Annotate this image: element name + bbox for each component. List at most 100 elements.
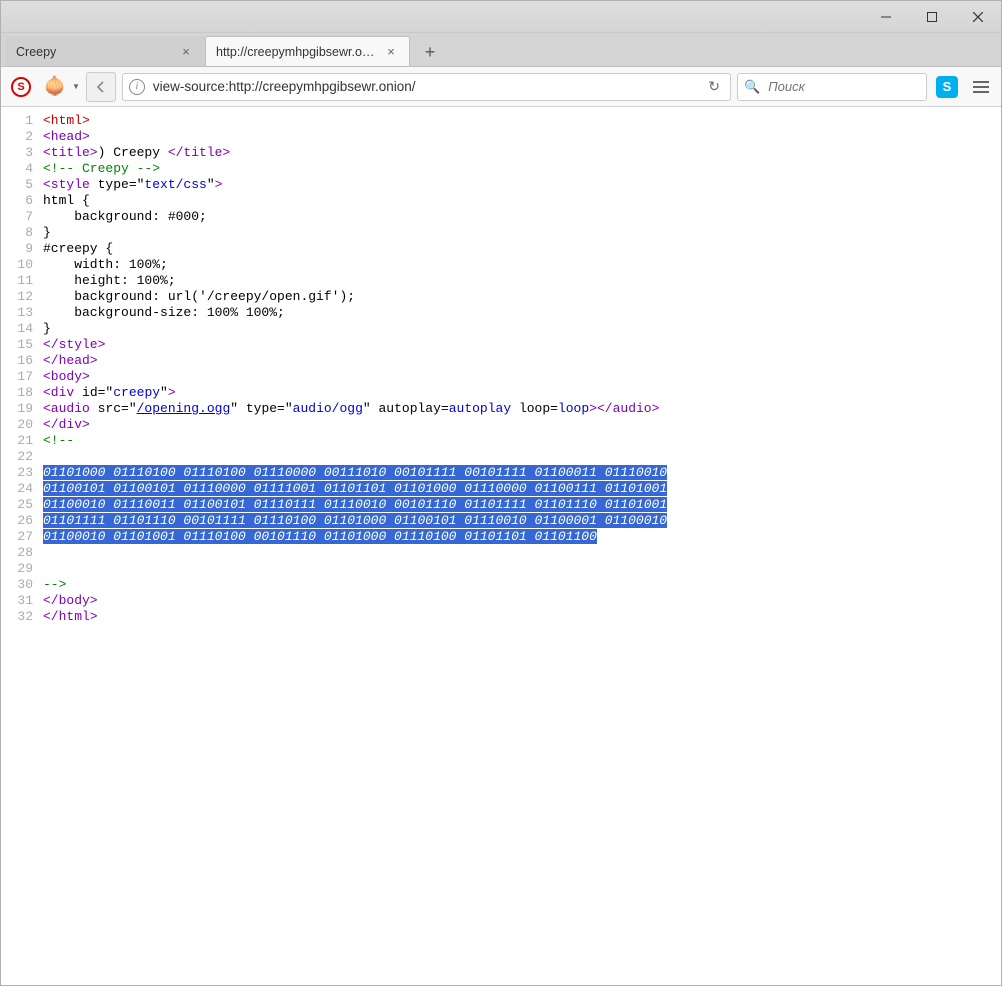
- code-line: 21<!--: [1, 433, 1001, 449]
- code-line: 4<!-- Creepy -->: [1, 161, 1001, 177]
- line-number: 12: [1, 289, 43, 305]
- code-line: 29: [1, 561, 1001, 577]
- line-number: 29: [1, 561, 43, 577]
- line-number: 31: [1, 593, 43, 609]
- tab-viewsource[interactable]: http://creepymhpgibsewr.oni... ×: [205, 36, 410, 66]
- code-content[interactable]: 01101000 01110100 01110100 01110000 0011…: [43, 465, 1001, 481]
- source-view[interactable]: 1<html>2<head>3<title>) Creepy </title>4…: [1, 107, 1001, 985]
- code-content[interactable]: -->: [43, 577, 1001, 593]
- code-content[interactable]: <!-- Creepy -->: [43, 161, 1001, 177]
- code-line: 16</head>: [1, 353, 1001, 369]
- code-line: 15</style>: [1, 337, 1001, 353]
- code-content[interactable]: 01100101 01100101 01110000 01111001 0110…: [43, 481, 1001, 497]
- code-content[interactable]: <style type="text/css">: [43, 177, 1001, 193]
- code-line: 2301101000 01110100 01110100 01110000 00…: [1, 465, 1001, 481]
- code-content[interactable]: #creepy {: [43, 241, 1001, 257]
- extension-icon[interactable]: 🧅: [41, 73, 69, 101]
- code-content[interactable]: 01101111 01101110 00101111 01110100 0110…: [43, 513, 1001, 529]
- code-content[interactable]: }: [43, 321, 1001, 337]
- search-input[interactable]: [766, 78, 948, 95]
- reload-icon[interactable]: ↻: [704, 78, 724, 95]
- window-close-button[interactable]: [955, 1, 1001, 33]
- code-content[interactable]: }: [43, 225, 1001, 241]
- search-bar[interactable]: 🔍: [737, 73, 927, 101]
- code-content[interactable]: background-size: 100% 100%;: [43, 305, 1001, 321]
- code-line: 19<audio src="/opening.ogg" type="audio/…: [1, 401, 1001, 417]
- code-line: 2701100010 01101001 01110100 00101110 01…: [1, 529, 1001, 545]
- skype-icon[interactable]: S: [933, 73, 961, 101]
- code-content[interactable]: html {: [43, 193, 1001, 209]
- line-number: 10: [1, 257, 43, 273]
- code-content[interactable]: 01100010 01101001 01110100 00101110 0110…: [43, 529, 1001, 545]
- toolbar: S 🧅 ▼ i ↻ 🔍 S: [1, 67, 1001, 107]
- code-content[interactable]: <head>: [43, 129, 1001, 145]
- code-content[interactable]: [43, 561, 1001, 577]
- code-line: 32</html>: [1, 609, 1001, 625]
- line-number: 19: [1, 401, 43, 417]
- code-line: 20</div>: [1, 417, 1001, 433]
- tab-bar: Creepy × http://creepymhpgibsewr.oni... …: [1, 33, 1001, 67]
- noscript-icon[interactable]: S: [7, 73, 35, 101]
- code-content[interactable]: [43, 545, 1001, 561]
- line-number: 17: [1, 369, 43, 385]
- line-number: 21: [1, 433, 43, 449]
- code-line: 8}: [1, 225, 1001, 241]
- line-number: 32: [1, 609, 43, 625]
- url-input[interactable]: [151, 78, 698, 95]
- code-line: 28: [1, 545, 1001, 561]
- code-content[interactable]: <title>) Creepy </title>: [43, 145, 1001, 161]
- code-line: 30-->: [1, 577, 1001, 593]
- code-content[interactable]: 01100010 01110011 01100101 01110111 0111…: [43, 497, 1001, 513]
- back-button[interactable]: [86, 72, 116, 102]
- line-number: 6: [1, 193, 43, 209]
- code-content[interactable]: </html>: [43, 609, 1001, 625]
- line-number: 23: [1, 465, 43, 481]
- code-content[interactable]: </head>: [43, 353, 1001, 369]
- window-minimize-button[interactable]: [863, 1, 909, 33]
- code-content[interactable]: height: 100%;: [43, 273, 1001, 289]
- line-number: 28: [1, 545, 43, 561]
- code-line: 12 background: url('/creepy/open.gif');: [1, 289, 1001, 305]
- code-content[interactable]: <html>: [43, 113, 1001, 129]
- code-content[interactable]: <audio src="/opening.ogg" type="audio/og…: [43, 401, 1001, 417]
- code-line: 31</body>: [1, 593, 1001, 609]
- code-content[interactable]: <body>: [43, 369, 1001, 385]
- code-line: 2401100101 01100101 01110000 01111001 01…: [1, 481, 1001, 497]
- line-number: 30: [1, 577, 43, 593]
- window-maximize-button[interactable]: [909, 1, 955, 33]
- url-bar[interactable]: i ↻: [122, 73, 731, 101]
- close-icon[interactable]: ×: [383, 44, 399, 60]
- code-line: 5<style type="text/css">: [1, 177, 1001, 193]
- chevron-down-icon[interactable]: ▼: [72, 82, 80, 91]
- search-icon: 🔍: [744, 79, 760, 95]
- code-line: 11 height: 100%;: [1, 273, 1001, 289]
- code-content[interactable]: background: url('/creepy/open.gif');: [43, 289, 1001, 305]
- info-icon[interactable]: i: [129, 79, 145, 95]
- code-content[interactable]: width: 100%;: [43, 257, 1001, 273]
- code-line: 18<div id="creepy">: [1, 385, 1001, 401]
- line-number: 7: [1, 209, 43, 225]
- code-content[interactable]: </body>: [43, 593, 1001, 609]
- code-content[interactable]: <!--: [43, 433, 1001, 449]
- line-number: 24: [1, 481, 43, 497]
- code-content[interactable]: </style>: [43, 337, 1001, 353]
- code-line: 2501100010 01110011 01100101 01110111 01…: [1, 497, 1001, 513]
- code-content[interactable]: [43, 449, 1001, 465]
- line-number: 26: [1, 513, 43, 529]
- code-content[interactable]: background: #000;: [43, 209, 1001, 225]
- line-number: 9: [1, 241, 43, 257]
- line-number: 11: [1, 273, 43, 289]
- tab-creepy[interactable]: Creepy ×: [5, 36, 205, 66]
- code-content[interactable]: <div id="creepy">: [43, 385, 1001, 401]
- line-number: 2: [1, 129, 43, 145]
- line-number: 13: [1, 305, 43, 321]
- line-number: 18: [1, 385, 43, 401]
- new-tab-button[interactable]: +: [416, 38, 444, 66]
- line-number: 14: [1, 321, 43, 337]
- code-line: 2<head>: [1, 129, 1001, 145]
- code-content[interactable]: </div>: [43, 417, 1001, 433]
- menu-button[interactable]: [967, 73, 995, 101]
- close-icon[interactable]: ×: [178, 44, 194, 60]
- line-number: 4: [1, 161, 43, 177]
- line-number: 20: [1, 417, 43, 433]
